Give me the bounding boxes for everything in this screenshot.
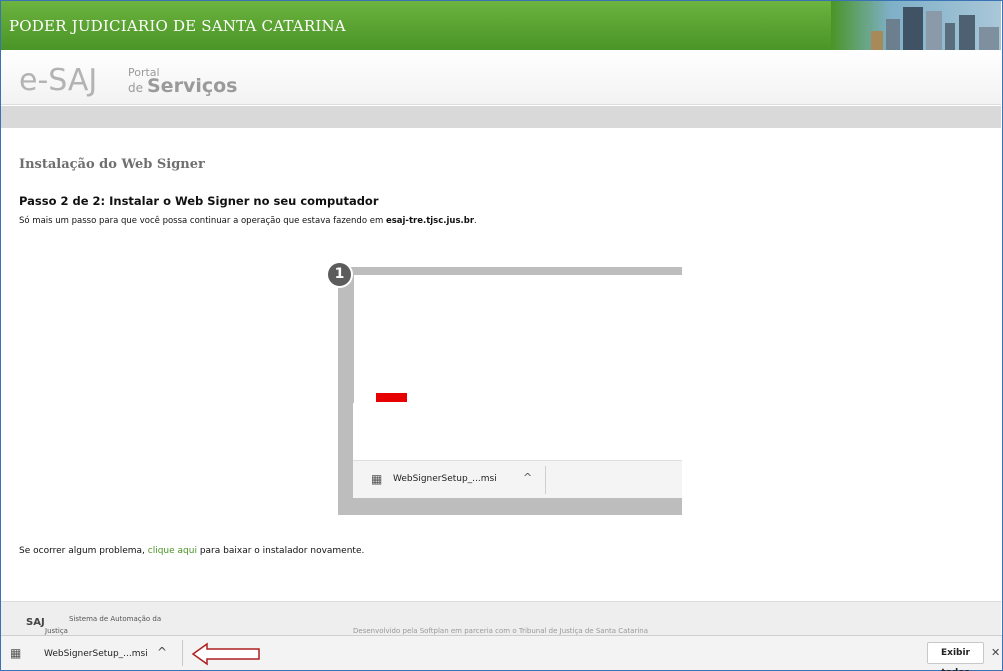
page-footer: SAJ Sistema de Automação da Justiça Dese…: [1, 601, 1001, 635]
download-file-label[interactable]: WebSignerSetup_...msi: [44, 649, 148, 659]
city-skyline-icon: [831, 1, 1001, 50]
browser-download-bar: ▦ WebSignerSetup_...msi ^ Exibir todos ✕: [1, 635, 1002, 671]
problem-prefix: Se ocorrer algum problema,: [19, 546, 148, 556]
page-title: Instalação do Web Signer: [19, 157, 205, 172]
illustration-browser-area: [354, 275, 682, 403]
divider: [182, 640, 183, 666]
step-title: Passo 2 de 2: Instalar o Web Signer no s…: [19, 194, 379, 208]
divider: [545, 466, 546, 494]
menu-band: [1, 106, 1001, 128]
court-title: PODER JUDICIARIO DE SANTA CATARINA: [9, 17, 346, 35]
highlight-marker: [376, 393, 407, 402]
logo-servicos-text: Serviços: [147, 75, 238, 97]
problem-message: Se ocorrer algum problema, clique aqui p…: [19, 546, 364, 556]
install-illustration: ▦ WebSignerSetup_...msi ^ 1: [326, 261, 682, 515]
illustration-download-label: WebSignerSetup_...msi: [393, 474, 497, 484]
problem-suffix: para baixar o instalador novamente.: [196, 546, 365, 556]
footer-justica-text: Justiça: [45, 627, 68, 635]
msi-file-icon[interactable]: ▦: [10, 646, 21, 660]
illustration-browser-lower: [353, 403, 682, 460]
logo-de-text: de: [128, 81, 143, 95]
step-desc-suffix: .: [474, 216, 477, 226]
close-icon[interactable]: ✕: [991, 646, 1000, 659]
show-all-button[interactable]: Exibir todos: [927, 642, 984, 671]
chevron-up-icon: ^: [523, 471, 533, 484]
left-arrow-icon: [191, 642, 260, 666]
esaj-logo[interactable]: e-SAJ: [19, 63, 97, 98]
chevron-up-icon[interactable]: ^: [157, 645, 167, 659]
saj-footer-logo: SAJ: [26, 617, 45, 628]
step-desc-host: esaj-tre.tjsc.jus.br: [385, 216, 475, 226]
msi-file-icon: ▦: [371, 472, 383, 486]
footer-system-text: Sistema de Automação da: [69, 615, 162, 623]
top-header-bar: PODER JUDICIARIO DE SANTA CATARINA: [1, 1, 1001, 50]
step-desc-prefix: Só mais um passo para que você possa con…: [19, 216, 386, 226]
logo-band: e-SAJ Portal de Serviços: [1, 50, 1001, 105]
step-description: Só mais um passo para que você possa con…: [19, 216, 477, 226]
illustration-download-bar: ▦ WebSignerSetup_...msi ^: [353, 460, 682, 498]
footer-developed-text: Desenvolvido pela Softplan em parceria c…: [353, 627, 649, 635]
download-again-link[interactable]: clique aqui: [148, 546, 197, 556]
step-number-badge: 1: [326, 261, 353, 288]
